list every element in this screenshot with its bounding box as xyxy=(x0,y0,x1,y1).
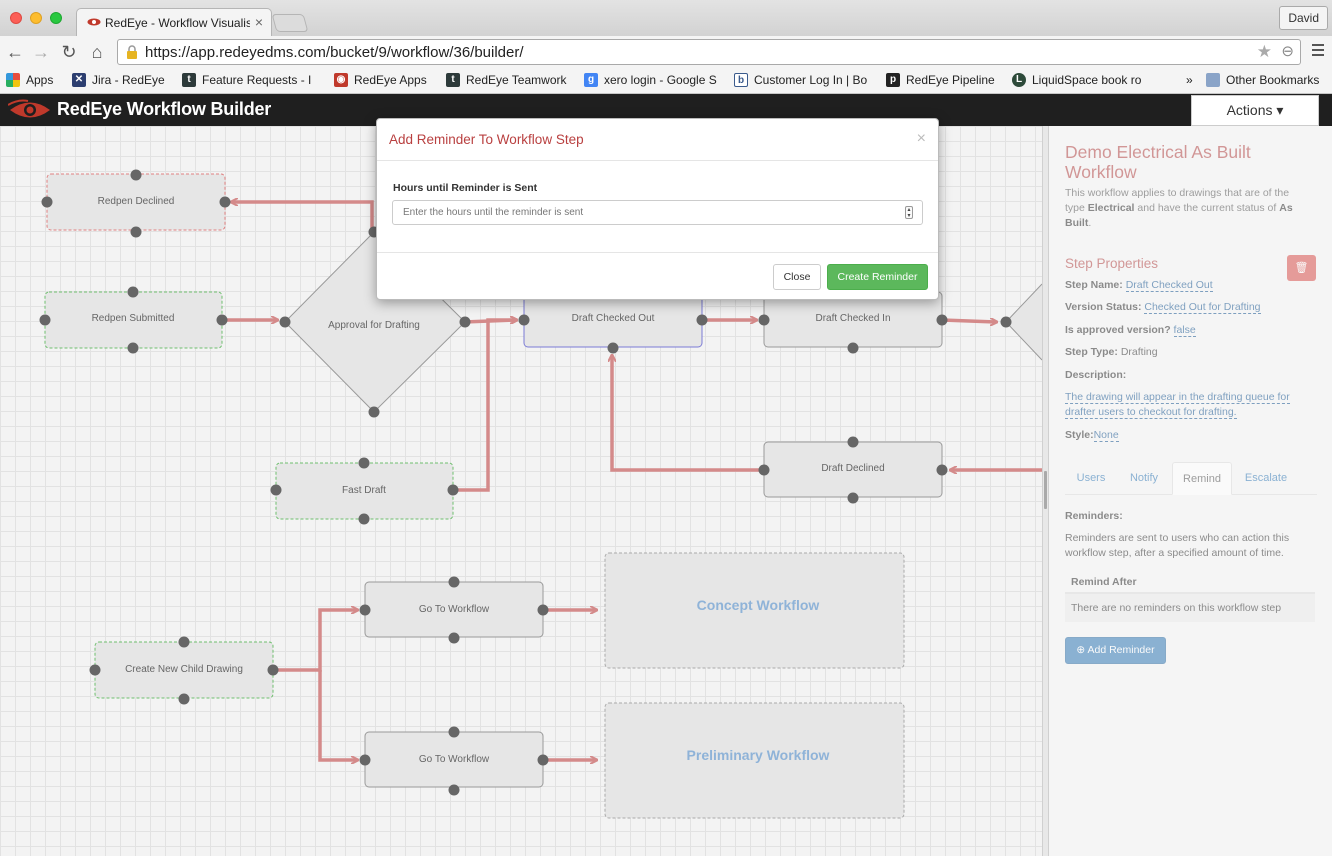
tab-close-icon[interactable]: × xyxy=(255,14,263,30)
modal-title: Add Reminder To Workflow Step xyxy=(389,132,584,147)
other-bookmarks-folder[interactable]: Other Bookmarks xyxy=(1206,73,1319,87)
bookmark-redeye-teamwork[interactable]: t RedEye Teamwork xyxy=(446,73,567,87)
window-minimize-button[interactable] xyxy=(30,12,42,24)
back-arrow-icon[interactable]: ← xyxy=(4,41,26,63)
modal-header: Add Reminder To Workflow Step × xyxy=(377,119,938,161)
home-icon[interactable]: ⌂ xyxy=(86,41,108,63)
b-icon: b xyxy=(734,73,748,87)
hours-input[interactable] xyxy=(392,200,923,225)
bookmark-star-icon[interactable]: ★ xyxy=(1257,42,1272,62)
tab-title: RedEye - Workflow Visualis xyxy=(105,16,250,30)
bookmark-apps[interactable]: Apps xyxy=(6,73,53,87)
redeye-icon: ◉ xyxy=(334,73,348,87)
teamwork-icon: t xyxy=(182,73,196,87)
browser-menu-icon[interactable] xyxy=(1312,44,1324,59)
create-reminder-button[interactable]: Create Reminder xyxy=(827,264,928,290)
close-button[interactable]: Close xyxy=(773,264,821,290)
zoom-icon[interactable]: ⊖ xyxy=(1281,42,1294,60)
bookmark-redeye-apps[interactable]: ◉ RedEye Apps xyxy=(334,73,427,87)
bookmarks-overflow-button[interactable]: » xyxy=(1186,73,1193,87)
reload-icon[interactable]: ↻ xyxy=(58,41,80,63)
google-icon: g xyxy=(584,73,598,87)
modal-footer-divider xyxy=(377,252,938,253)
add-reminder-modal: Add Reminder To Workflow Step × Hours un… xyxy=(376,118,939,300)
bookmarks-bar: Apps ✕ Jira - RedEye t Feature Requests … xyxy=(0,68,1332,94)
browser-tab-bar: RedEye - Workflow Visualis × David xyxy=(0,0,1332,36)
hours-spinner-icon[interactable]: ▴ ▾ xyxy=(905,206,913,219)
address-bar[interactable]: https://app.redeyedms.com/bucket/9/workf… xyxy=(117,39,1301,65)
new-tab-button[interactable] xyxy=(271,14,309,32)
pipedrive-icon: p xyxy=(886,73,900,87)
bookmark-jira[interactable]: ✕ Jira - RedEye xyxy=(72,73,165,87)
bookmark-xero-login[interactable]: g xero login - Google S xyxy=(584,73,717,87)
window-close-button[interactable] xyxy=(10,12,22,24)
bookmark-feature-requests[interactable]: t Feature Requests - I xyxy=(182,73,311,87)
apps-grid-icon xyxy=(6,73,20,87)
profile-button[interactable]: David xyxy=(1279,6,1328,30)
folder-icon xyxy=(1206,73,1220,87)
modal-close-icon[interactable]: × xyxy=(917,130,926,148)
hours-field-label: Hours until Reminder is Sent xyxy=(393,182,538,194)
bookmark-liquidspace[interactable]: L LiquidSpace book ro xyxy=(1012,73,1141,87)
url-text: https://app.redeyedms.com/bucket/9/workf… xyxy=(145,44,524,61)
teamwork-icon: t xyxy=(446,73,460,87)
insecure-lock-icon xyxy=(127,45,137,59)
redeye-favicon-icon xyxy=(87,18,101,26)
bookmark-redeye-pipeline[interactable]: p RedEye Pipeline xyxy=(886,73,995,87)
jira-icon: ✕ xyxy=(72,73,86,87)
browser-toolbar: ← → ↻ ⌂ https://app.redeyedms.com/bucket… xyxy=(0,36,1332,68)
liquidspace-icon: L xyxy=(1012,73,1026,87)
browser-tab[interactable]: RedEye - Workflow Visualis × xyxy=(76,8,272,36)
window-maximize-button[interactable] xyxy=(50,12,62,24)
forward-arrow-icon[interactable]: → xyxy=(30,41,52,63)
bookmark-customer-login[interactable]: b Customer Log In | Bo xyxy=(734,73,867,87)
